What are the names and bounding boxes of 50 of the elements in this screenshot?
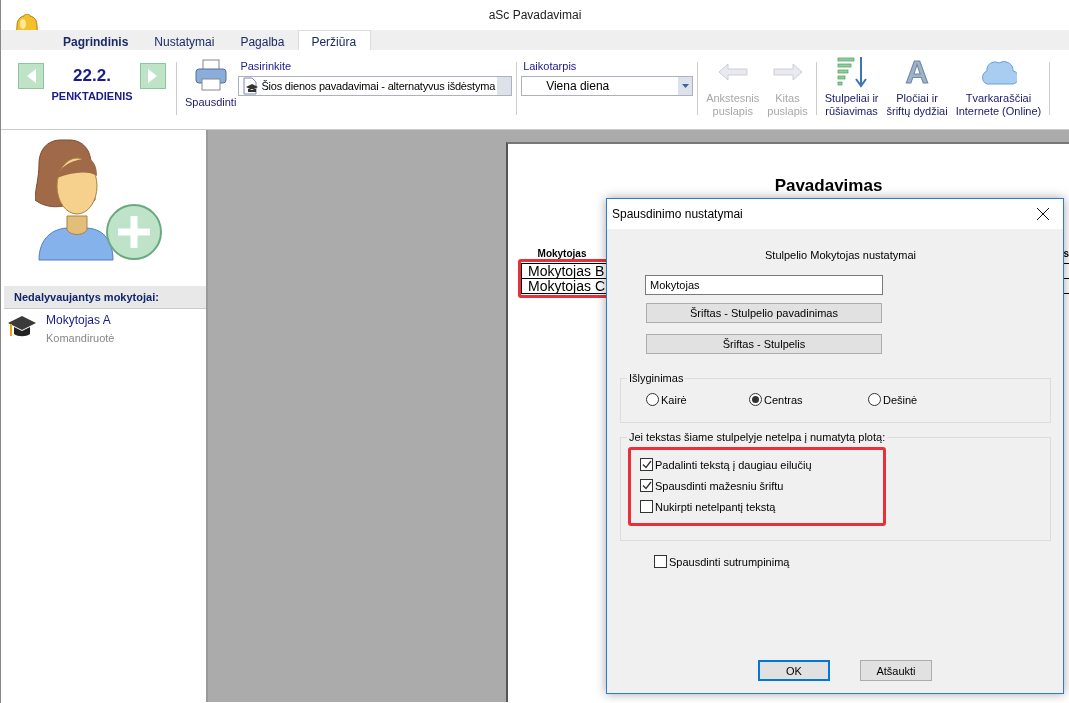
print-button[interactable]: Spausdinti xyxy=(181,50,239,129)
left-triangle-icon xyxy=(25,68,37,84)
absence-reason: Komandiruotė xyxy=(46,332,115,344)
group-label: Jei tekstas šiame stulpelyje netelpa į numatytą plotą: xyxy=(628,431,887,443)
radio-option[interactable]: Kairė xyxy=(646,393,749,406)
right-arrow-icon xyxy=(772,63,803,81)
font-button[interactable]: Šriftas - Stulpelio pavadinimas xyxy=(646,303,882,323)
column-header: Mokytojas xyxy=(536,248,588,259)
cloud-icon xyxy=(979,59,1018,85)
period-dropdown[interactable]: Viena diena xyxy=(521,76,694,96)
date-label: 22.2. xyxy=(72,66,112,86)
dialog-title: Spausdinimo nustatymai xyxy=(612,207,743,221)
close-icon xyxy=(1037,208,1049,220)
next-day-button[interactable] xyxy=(140,63,166,89)
checkmark-icon xyxy=(641,460,652,469)
sort-columns-icon xyxy=(835,56,868,88)
dropdown-arrow-icon xyxy=(681,84,689,88)
printer-icon xyxy=(193,58,228,92)
checkmark-icon xyxy=(641,481,652,490)
cloud-button[interactable]: Tvarkaraščiai Internete (Online) xyxy=(951,50,1046,129)
radio-option[interactable]: Dešinė xyxy=(868,393,918,406)
dialog-button[interactable]: OK xyxy=(758,660,830,681)
ribbon-tab[interactable]: Pagalba xyxy=(228,30,299,50)
dialog-heading: Stulpelio Mokytojas nustatymai xyxy=(764,249,917,261)
teacher-name[interactable]: Mokytojas A xyxy=(46,313,115,327)
report-dropdown[interactable]: Šios dienos pavadavimai - alternatyvus išdėstyma xyxy=(238,76,513,96)
ribbon-tab[interactable]: Peržiūra xyxy=(298,30,372,50)
checkbox-option[interactable]: Spausdinti sutrumpinimą xyxy=(645,551,796,572)
left-arrow-icon xyxy=(717,63,748,81)
choose-label: Pasirinkite xyxy=(239,60,293,72)
window-title: aSc Pavadavimai xyxy=(487,8,583,22)
period-label: Laikotarpis xyxy=(522,60,578,72)
page-title: Pavadavimas xyxy=(773,176,884,196)
group-label: Išlyginimas xyxy=(628,372,685,384)
checkbox-option[interactable]: Padalinti tekstą į daugiau eilučių xyxy=(631,454,818,475)
column-name-field[interactable]: Mokytojas xyxy=(645,275,883,295)
weekday-label: PENKTADIENIS xyxy=(50,90,134,102)
font-button[interactable]: A Pločiai ir šriftų dydžiai xyxy=(882,50,952,129)
dialog-button[interactable]: Atšaukti xyxy=(860,660,932,681)
checkbox-option[interactable]: Spausdinti mažesniu šriftu xyxy=(631,475,790,496)
font-button[interactable]: Šriftas - Stulpelis xyxy=(646,334,882,354)
columns-button[interactable]: Stulpeliai ir rūšiavimas xyxy=(820,50,883,129)
radio-option[interactable]: Centras xyxy=(749,393,868,406)
previous-day-button[interactable] xyxy=(18,63,44,89)
section-header: Nedalyvaujantys mokytojai: xyxy=(4,286,206,309)
checkbox-option[interactable]: Nukirpti netelpantį tekstą xyxy=(631,496,782,517)
ribbon-tab[interactable]: Nustatymai xyxy=(142,30,229,50)
right-triangle-icon xyxy=(147,68,159,84)
ribbon-tab[interactable]: Pagrindinis xyxy=(51,30,143,50)
column-header: s xyxy=(1063,248,1069,259)
